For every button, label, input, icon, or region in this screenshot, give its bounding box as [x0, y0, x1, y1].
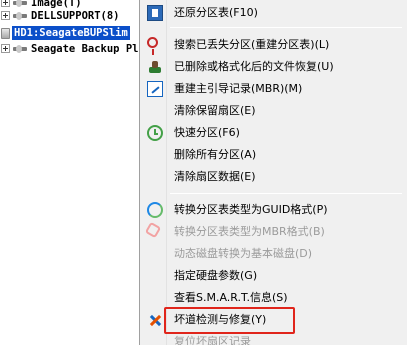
menu-item-label: 清除保留扇区(E): [174, 104, 256, 117]
menu-separator: [170, 27, 402, 28]
search-icon: [147, 37, 158, 55]
tree-item-seagate-disk[interactable]: HD1:SeagateBUPSlim: [0, 25, 139, 41]
highlight-frame: [164, 307, 295, 334]
tree-item-seagate-backup[interactable]: Seagate Backup Pl: [0, 41, 139, 57]
menu-item-disk-parameters[interactable]: 指定硬盘参数(G): [142, 265, 404, 287]
disk-tree-panel: Image(T) DELLSUPPORT(8) HD1:SeagateBUPSl…: [0, 0, 139, 345]
menu-item-restore-partition-table[interactable]: 还原分区表(F10): [142, 2, 404, 24]
tree-item-label: DELLSUPPORT(8): [31, 10, 120, 22]
menu-item-label: 已删除或格式化后的文件恢复(U): [174, 60, 334, 73]
menu-item-label: 复位坏扇区记录: [174, 335, 251, 345]
menu-item-label: 清除扇区数据(E): [174, 170, 256, 183]
rebuild-mbr-icon: [147, 81, 163, 97]
partition-icon: [13, 45, 27, 53]
disk-icon: [1, 28, 10, 39]
convert-guid-icon: [147, 202, 163, 218]
tools-icon: [147, 312, 163, 328]
partition-icon: [13, 0, 27, 7]
menu-item-clear-reserved-sectors[interactable]: 清除保留扇区(E): [142, 100, 404, 122]
menu-item-smart-info[interactable]: 查看S.M.A.R.T.信息(S): [142, 287, 404, 309]
restore-icon: [147, 5, 163, 21]
menu-item-clear-sector-data[interactable]: 清除扇区数据(E): [142, 166, 404, 188]
menu-item-label: 删除所有分区(A): [174, 148, 257, 161]
menu-item-label: 还原分区表(F10): [174, 6, 258, 19]
menu-item-label: 重建主引导记录(MBR)(M): [174, 82, 303, 95]
menu-item-file-recovery[interactable]: 已删除或格式化后的文件恢复(U): [142, 56, 404, 78]
menu-item-label: 转换分区表类型为GUID格式(P): [174, 203, 328, 216]
menu-item-label: 快速分区(F6): [174, 126, 240, 139]
menu-item-rebuild-mbr[interactable]: 重建主引导记录(MBR)(M): [142, 78, 404, 100]
convert-mbr-icon: [144, 221, 162, 239]
menu-item-search-lost-partitions[interactable]: 搜索已丢失分区(重建分区表)(L): [142, 34, 404, 56]
clock-icon: [147, 125, 163, 141]
expand-icon[interactable]: [1, 44, 10, 53]
menu-item-convert-to-mbr[interactable]: 转换分区表类型为MBR格式(B): [142, 221, 404, 243]
menu-item-label: 动态磁盘转换为基本磁盘(D): [174, 247, 313, 260]
menu-item-delete-all-partitions[interactable]: 删除所有分区(A): [142, 144, 404, 166]
expand-icon[interactable]: [1, 0, 10, 7]
tree-item-label: Seagate Backup Pl: [31, 43, 139, 55]
tree-item-label: HD1:SeagateBUPSlim: [12, 26, 130, 40]
menu-item-label: 转换分区表类型为MBR格式(B): [174, 225, 325, 238]
expand-icon[interactable]: [1, 11, 10, 20]
menu-separator: [170, 193, 402, 194]
menu-item-convert-to-guid[interactable]: 转换分区表类型为GUID格式(P): [142, 199, 404, 221]
menu-item-label: 查看S.M.A.R.T.信息(S): [174, 291, 288, 304]
file-recover-icon: [147, 59, 163, 75]
partition-icon: [13, 12, 27, 20]
menu-item-label: 指定硬盘参数(G): [174, 269, 258, 282]
tree-item-dellsupport[interactable]: DELLSUPPORT(8): [0, 8, 139, 24]
menu-item-quick-partition[interactable]: 快速分区(F6): [142, 122, 404, 144]
context-menu: 还原分区表(F10) 搜索已丢失分区(重建分区表)(L) 已删除或格式化后的文件…: [139, 0, 407, 345]
menu-item-label: 搜索已丢失分区(重建分区表)(L): [174, 38, 330, 51]
menu-item-dynamic-to-basic[interactable]: 动态磁盘转换为基本磁盘(D): [142, 243, 404, 265]
